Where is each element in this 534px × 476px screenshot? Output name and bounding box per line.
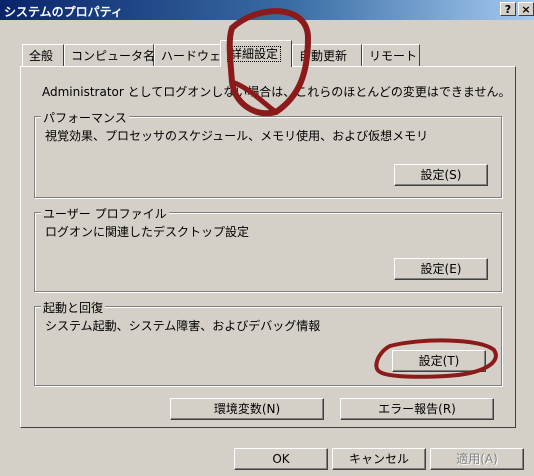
cancel-button[interactable]: キャンセル <box>332 448 426 470</box>
group-startup-recovery-title: 起動と回復 <box>41 299 106 316</box>
group-performance-description: 視覚効果、プロセッサのスケジュール、メモリ使用、および仮想メモリ <box>45 129 429 143</box>
group-performance-title: パフォーマンス <box>41 109 129 126</box>
group-startup-recovery-description: システム起動、システム障害、およびデバッグ情報 <box>45 319 321 333</box>
tab-auto-update[interactable]: 自動更新 <box>292 44 362 66</box>
performance-settings-button[interactable]: 設定(S) <box>394 164 488 186</box>
tab-remote[interactable]: リモート <box>362 44 420 66</box>
help-button[interactable]: ? <box>500 2 516 16</box>
error-reporting-button[interactable]: エラー報告(R) <box>340 398 494 420</box>
group-user-profile-description: ログオンに関連したデスクトップ設定 <box>45 225 250 239</box>
user-profile-settings-button[interactable]: 設定(E) <box>394 258 488 280</box>
group-user-profile-title: ユーザー プロファイル <box>41 205 169 222</box>
tab-advanced-label: 詳細設定 <box>227 46 282 62</box>
ok-button[interactable]: OK <box>234 448 328 470</box>
tab-advanced[interactable]: 詳細設定 <box>220 40 292 67</box>
admin-notice: Administrator としてログオンしない場合は、これらのほとんどの変更は… <box>42 85 511 99</box>
close-button[interactable]: × <box>518 2 534 16</box>
title-bar: システムのプロパティ ? × <box>0 0 534 20</box>
group-user-profile: ユーザー プロファイル ログオンに関連したデスクトップ設定 <box>34 205 502 292</box>
environment-variables-button[interactable]: 環境変数(N) <box>170 398 324 420</box>
tab-general[interactable]: 全般 <box>22 44 64 66</box>
apply-button[interactable]: 適用(A) <box>430 448 524 470</box>
tab-computer-name[interactable]: コンピュータ名 <box>64 44 155 66</box>
tab-hardware[interactable]: ハードウェア <box>154 44 222 66</box>
group-startup-recovery: 起動と回復 システム起動、システム障害、およびデバッグ情報 <box>34 299 502 386</box>
window-title: システムのプロパティ <box>4 5 123 19</box>
startup-recovery-settings-button[interactable]: 設定(T) <box>392 350 486 372</box>
